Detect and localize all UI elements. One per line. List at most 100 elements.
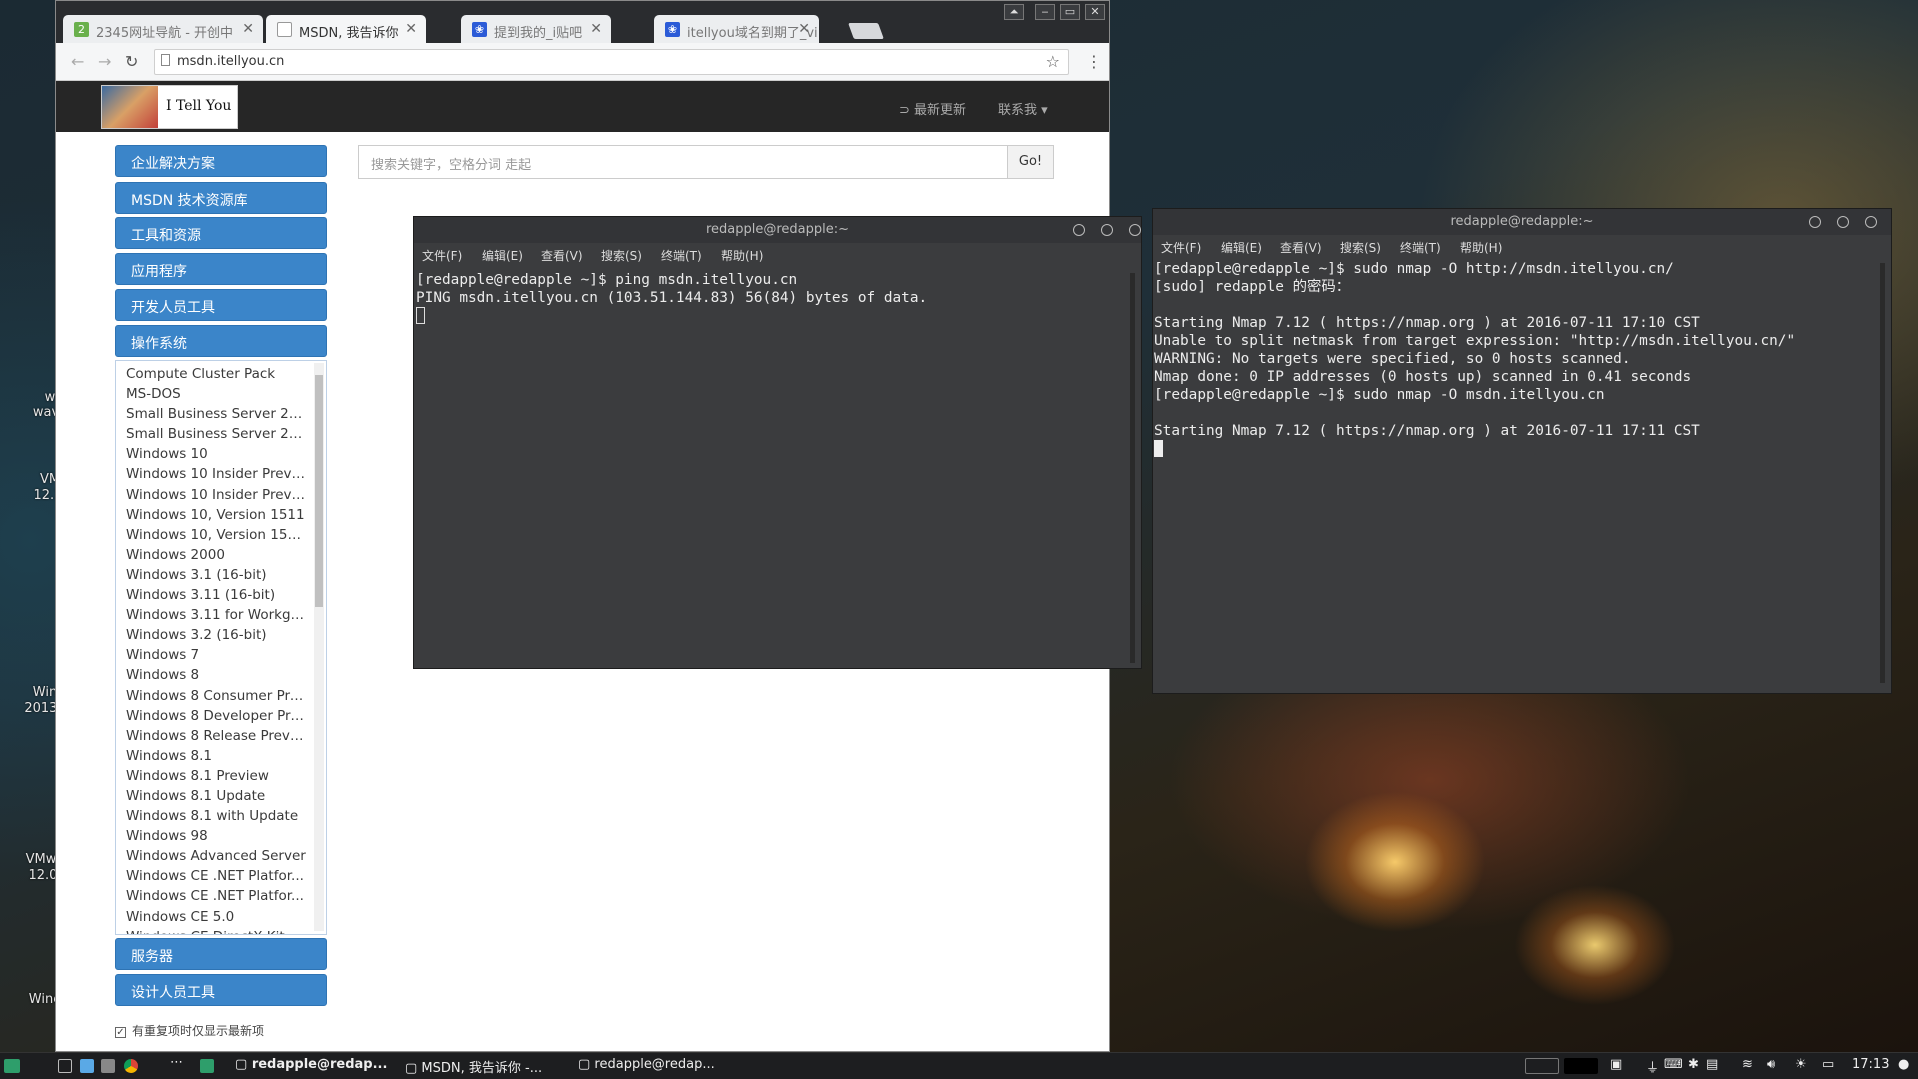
taskbar-task[interactable]: ▢ redapple@redap...	[578, 1057, 715, 1072]
close-tab-icon[interactable]: ✕	[798, 21, 810, 37]
scrollbar-thumb[interactable]	[315, 375, 323, 607]
latest-updates-link[interactable]: ⊃ 最新更新	[899, 99, 966, 118]
os-list-item[interactable]: Windows CE .NET Platfor...	[116, 886, 306, 906]
notification-icon[interactable]: ▭	[1822, 1057, 1834, 1072]
os-list-item[interactable]: Windows 10, Version 1511	[116, 505, 306, 525]
os-list-item[interactable]: Windows 8.1 Preview	[116, 766, 306, 786]
wifi-icon[interactable]: ≋	[1742, 1057, 1753, 1072]
search-input[interactable]: 搜索关键字，空格分词 走起	[358, 145, 1009, 179]
chrome-icon[interactable]	[124, 1059, 138, 1073]
terminal-menu-item[interactable]: 搜索(S)	[1340, 239, 1381, 256]
clock[interactable]: 17:13	[1852, 1057, 1889, 1072]
os-list-item[interactable]: Windows 8 Release Previ...	[116, 726, 306, 746]
checkbox-icon[interactable]: ✓	[115, 1027, 126, 1038]
terminal-output[interactable]: [redapple@redapple ~]$ sudo nmap -O http…	[1154, 260, 1795, 458]
maximize-button[interactable]	[1101, 224, 1113, 236]
volume-icon[interactable]: 🔊︎	[1767, 1057, 1775, 1072]
address-bar[interactable]: msdn.itellyou.cn ☆	[154, 49, 1069, 75]
os-list-item[interactable]: Windows CE .NET Platfor...	[116, 866, 306, 886]
tab-msdn[interactable]: MSDN, 我告诉你 ✕	[266, 15, 426, 43]
go-button[interactable]: Go!	[1007, 145, 1054, 179]
terminal-menu-item[interactable]: 文件(F)	[422, 247, 462, 264]
tab-2345[interactable]: 2 2345网址导航 - 开创中 ✕	[63, 15, 263, 43]
workspace-2[interactable]	[1564, 1058, 1598, 1074]
tab-itellyou-domain[interactable]: ❀ itellyou域名到期了_vi ✕	[654, 15, 819, 43]
sidebar-item[interactable]: 应用程序	[115, 253, 327, 285]
os-list-item[interactable]: Windows 8.1 Update	[116, 786, 306, 806]
maximize-button[interactable]: ▭	[1060, 4, 1080, 20]
brightness-icon[interactable]: ☀	[1795, 1057, 1807, 1072]
sidebar-item[interactable]: MSDN 技术资源库	[115, 182, 327, 214]
os-list-item[interactable]: Windows 2000	[116, 545, 306, 565]
os-list-item[interactable]: Windows 3.2 (16-bit)	[116, 625, 306, 645]
close-button[interactable]	[1129, 224, 1141, 236]
terminal-menu-item[interactable]: 终端(T)	[661, 247, 702, 264]
os-list-item[interactable]: Windows 8 Consumer Pre...	[116, 686, 306, 706]
menu-icon[interactable]: ⋮	[1086, 52, 1102, 71]
terminal-menu-item[interactable]: 帮助(H)	[721, 247, 763, 264]
os-list-item[interactable]: Small Business Server 20...	[116, 424, 306, 444]
terminal-menu-item[interactable]: 编辑(E)	[1221, 239, 1262, 256]
workspace-switcher[interactable]	[1525, 1058, 1559, 1074]
os-list-item[interactable]: Windows 10 Insider Previ...	[116, 485, 306, 505]
reload-icon[interactable]: ↻	[125, 52, 138, 71]
latest-only-checkbox[interactable]: ✓ 有重复项时仅显示最新项	[115, 1022, 264, 1039]
os-list[interactable]: Compute Cluster Pack MS-DOS Small Business…	[115, 360, 327, 935]
os-list-item[interactable]: Windows 3.11 for Workgro...	[116, 605, 306, 625]
close-tab-icon[interactable]: ✕	[590, 21, 602, 37]
close-tab-icon[interactable]: ✕	[242, 21, 254, 37]
terminal-menu-item[interactable]: 查看(V)	[541, 247, 583, 264]
terminal-menu-item[interactable]: 搜索(S)	[601, 247, 642, 264]
os-list-item[interactable]: Windows Advanced Server	[116, 846, 306, 866]
os-list-item[interactable]: Windows CE 5.0	[116, 907, 306, 927]
os-list-item[interactable]: Windows 10	[116, 444, 306, 464]
os-list-item[interactable]: Windows 8.1 with Update	[116, 806, 306, 826]
scrollbar[interactable]	[314, 363, 324, 931]
overflow-icon[interactable]: ⋯	[170, 1055, 183, 1070]
back-icon[interactable]: ←	[71, 52, 84, 71]
sidebar-item[interactable]: 设计人员工具	[115, 974, 327, 1006]
os-list-item[interactable]: Windows 8	[116, 665, 306, 685]
terminal-menu-item[interactable]: 文件(F)	[1161, 239, 1201, 256]
terminal-menu-item[interactable]: 编辑(E)	[482, 247, 523, 264]
show-desktop-icon[interactable]	[58, 1059, 72, 1073]
minimize-button[interactable]	[1809, 216, 1821, 228]
close-button[interactable]: ✕	[1085, 4, 1105, 20]
close-tab-icon[interactable]: ✕	[405, 21, 417, 37]
sidebar-item[interactable]: 服务器	[115, 938, 327, 970]
os-list-item[interactable]: Windows 10 Insider Previ...	[116, 464, 306, 484]
sidebar-item[interactable]: 工具和资源	[115, 217, 327, 249]
os-list-item[interactable]: Windows 10, Version 1511...	[116, 525, 306, 545]
keyboard-icon[interactable]: ⌨	[1664, 1057, 1683, 1072]
terminal-output[interactable]: [redapple@redapple ~]$ ping msdn.itellyo…	[416, 271, 927, 325]
sidebar-item[interactable]: 操作系统	[115, 325, 327, 357]
taskbar-task[interactable]: ▢ MSDN, 我告诉你 -...	[405, 1057, 542, 1076]
taskbar-task[interactable]: ▢ redapple@redap...	[235, 1057, 387, 1072]
scrollbar[interactable]	[1130, 273, 1135, 663]
file-manager-icon[interactable]	[80, 1059, 94, 1073]
os-list-item[interactable]: Small Business Server 20...	[116, 404, 306, 424]
forward-icon[interactable]: →	[98, 52, 111, 71]
close-button[interactable]	[1865, 216, 1877, 228]
os-list-item[interactable]: Windows 3.11 (16-bit)	[116, 585, 306, 605]
os-list-item[interactable]: Compute Cluster Pack	[116, 364, 306, 384]
contact-menu[interactable]: 联系我 ▾	[998, 99, 1048, 118]
user-icon[interactable]: ⏶	[1004, 4, 1024, 20]
sidebar-item[interactable]: 开发人员工具	[115, 289, 327, 321]
settings-icon[interactable]: ✱	[1688, 1057, 1699, 1072]
sidebar-item[interactable]: 企业解决方案	[115, 145, 327, 177]
terminal-menu-item[interactable]: 查看(V)	[1280, 239, 1322, 256]
minimize-button[interactable]: ‒	[1035, 4, 1055, 20]
minimize-button[interactable]	[1073, 224, 1085, 236]
new-tab-button[interactable]	[848, 23, 884, 39]
os-list-item[interactable]: Windows CE DirectX Kit	[116, 927, 306, 934]
terminal-menu-item[interactable]: 帮助(H)	[1460, 239, 1502, 256]
user-icon[interactable]: ●	[1898, 1057, 1909, 1072]
clipboard-icon[interactable]: ▤	[1706, 1057, 1718, 1072]
scrollbar[interactable]	[1880, 263, 1885, 683]
terminal-launcher-icon[interactable]	[101, 1059, 115, 1073]
bookmark-star-icon[interactable]: ☆	[1046, 52, 1060, 71]
site-logo[interactable]: I Tell You	[101, 85, 238, 129]
app-icon[interactable]	[200, 1059, 214, 1073]
os-list-item[interactable]: Windows 8.1	[116, 746, 306, 766]
